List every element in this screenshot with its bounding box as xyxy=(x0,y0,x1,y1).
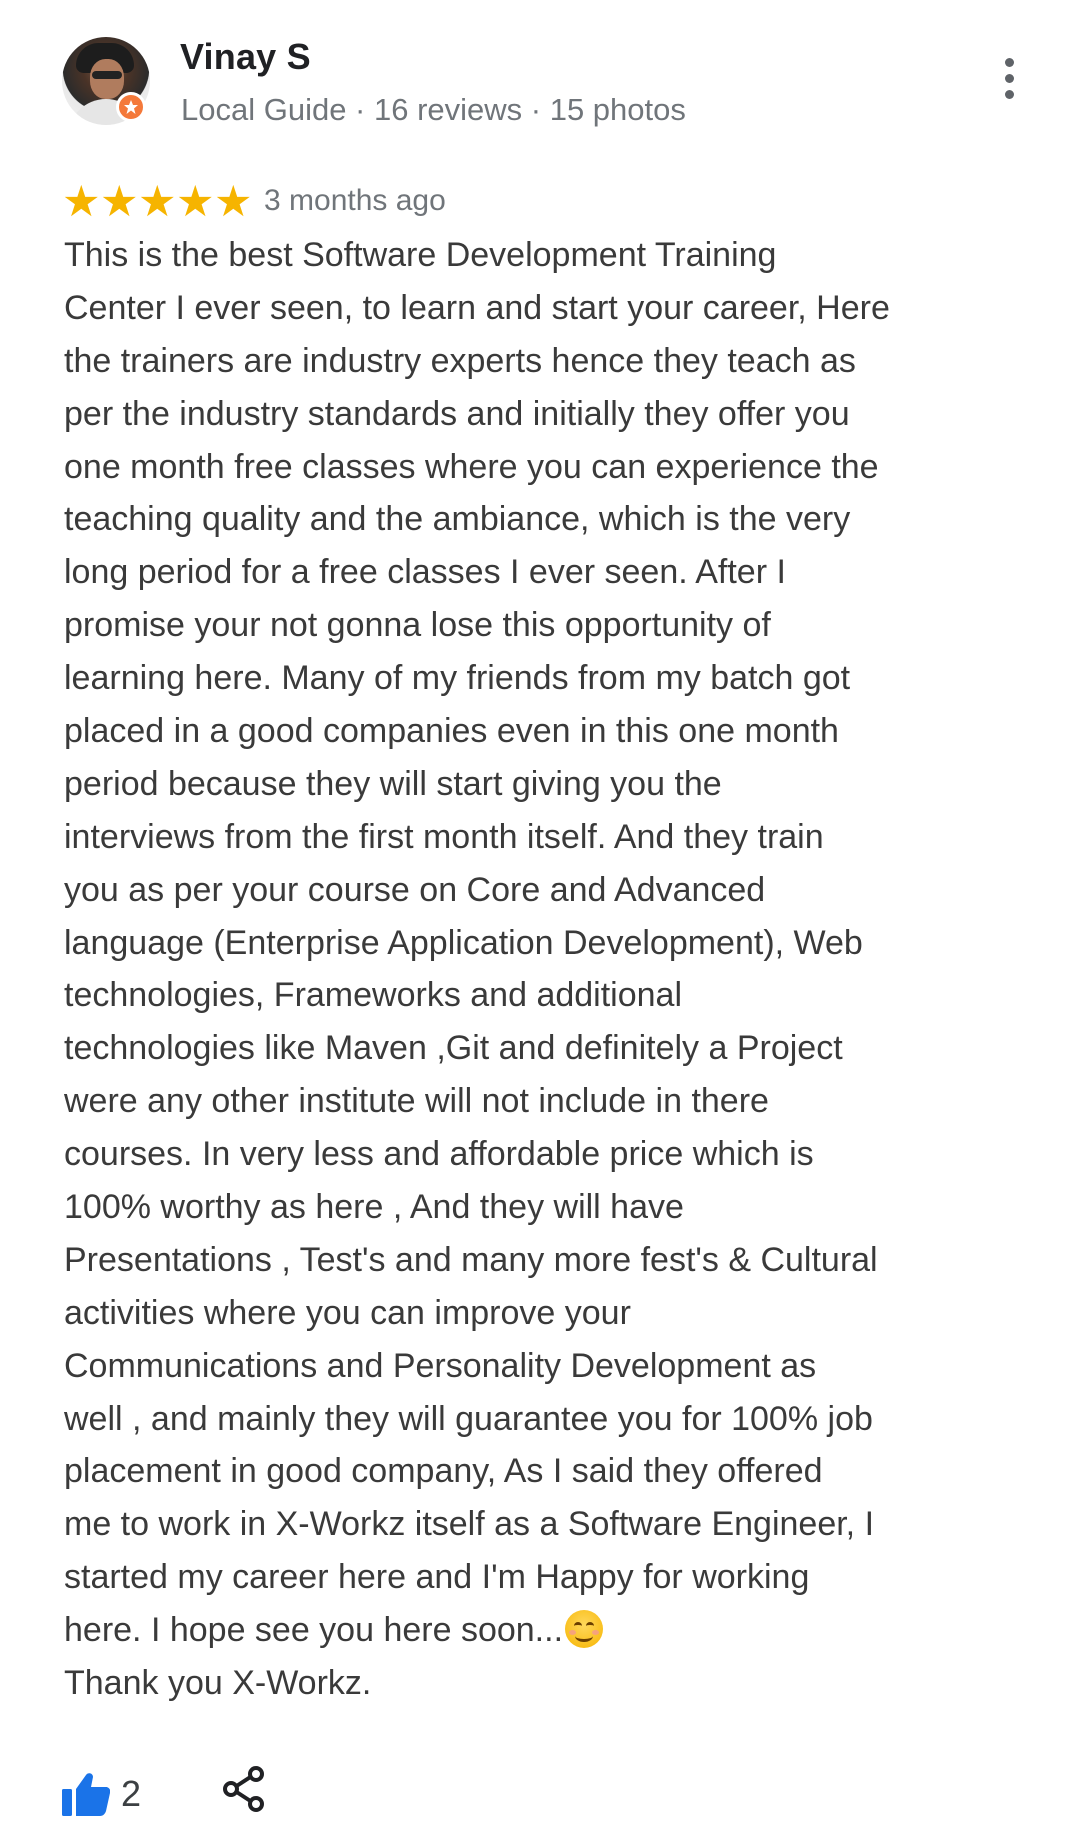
review-line: language (Enterprise Application Develop… xyxy=(64,917,994,970)
review-line-text: courses. In very less and affordable pri… xyxy=(64,1135,814,1174)
review-line-text: well , and mainly they will guarantee yo… xyxy=(64,1399,873,1438)
thumbs-up-icon xyxy=(62,1773,110,1816)
more-options-button[interactable] xyxy=(992,56,1026,102)
more-vert-icon xyxy=(1005,58,1014,67)
review-line: started my career here and I'm Happy for… xyxy=(64,1551,994,1604)
review-line-text: you as per your course on Core and Advan… xyxy=(64,870,766,909)
review-line-text: started my career here and I'm Happy for… xyxy=(64,1558,810,1597)
star-rating: ★★★★★ xyxy=(62,177,253,227)
review-line: promise your not gonna lose this opportu… xyxy=(64,599,994,652)
star-icon: ★ xyxy=(176,177,215,227)
review-line: you as per your course on Core and Advan… xyxy=(64,864,994,917)
review-line-text: Communications and Personality Developme… xyxy=(64,1346,817,1385)
review-text: This is the best Software Development Tr… xyxy=(64,229,994,1710)
review-line: per the industry standards and initially… xyxy=(64,388,994,441)
review-line: Thank you X-Workz. xyxy=(64,1657,994,1710)
review-line: the trainers are industry experts hence … xyxy=(64,335,994,388)
review-line-text: teaching quality and the ambiance, which… xyxy=(64,500,851,539)
review-line-text: promise your not gonna lose this opportu… xyxy=(64,606,771,645)
review-line: This is the best Software Development Tr… xyxy=(64,229,994,282)
review-line-text: here. I hope see you here soon... xyxy=(64,1611,564,1650)
review-line-text: one month free classes where you can exp… xyxy=(64,447,879,486)
share-icon xyxy=(223,1766,264,1812)
review-line: Communications and Personality Developme… xyxy=(64,1340,994,1393)
like-count: 2 xyxy=(121,1773,142,1814)
review-line: long period for a free classes I ever se… xyxy=(64,546,994,599)
smiling-face-emoji-icon xyxy=(565,1610,604,1649)
review-line: me to work in X-Workz itself as a Softwa… xyxy=(64,1498,994,1551)
review-line-text: period because they will start giving yo… xyxy=(64,764,722,803)
review-line-text: long period for a free classes I ever se… xyxy=(64,553,786,592)
local-guide-badge-icon xyxy=(116,92,146,122)
review-line-text: were any other institute will not includ… xyxy=(64,1082,769,1121)
review-line: Presentations , Test's and many more fes… xyxy=(64,1234,994,1287)
review-line: learning here. Many of my friends from m… xyxy=(64,652,994,705)
share-button[interactable] xyxy=(220,1763,268,1823)
review-line-text: technologies, Frameworks and additional xyxy=(64,976,683,1015)
avatar-sunglasses xyxy=(92,71,122,79)
review-line-text: placed in a good companies even in this … xyxy=(64,712,839,751)
review-line-text: placement in good company, As I said the… xyxy=(64,1452,823,1491)
review-line: activities where you can improve your xyxy=(64,1287,994,1340)
star-icon: ★ xyxy=(214,177,253,227)
review-line-text: learning here. Many of my friends from m… xyxy=(64,659,851,698)
review-line: technologies like Maven ,Git and definit… xyxy=(64,1022,994,1075)
review-line-text: technologies like Maven ,Git and definit… xyxy=(64,1029,843,1068)
review-line-text: 100% worthy as here , And they will have xyxy=(64,1188,684,1227)
review-line: courses. In very less and affordable pri… xyxy=(64,1128,994,1181)
review-line: 100% worthy as here , And they will have xyxy=(64,1181,994,1234)
review-line: interviews from the first month itself. … xyxy=(64,811,994,864)
review-line: were any other institute will not includ… xyxy=(64,1075,994,1128)
avatar-face xyxy=(90,59,124,99)
review-line: Center I ever seen, to learn and start y… xyxy=(64,282,994,335)
review-line-text: interviews from the first month itself. … xyxy=(64,817,824,856)
badge-star-icon xyxy=(124,100,138,114)
review-line-text: per the industry standards and initially… xyxy=(64,394,850,433)
review-line-text: the trainers are industry experts hence … xyxy=(64,341,856,380)
review-line-text: This is the best Software Development Tr… xyxy=(64,236,777,274)
reviewer-name[interactable]: Vinay S xyxy=(180,36,311,78)
review-line-text: Center I ever seen, to learn and start y… xyxy=(64,288,890,327)
review-actions: 2 xyxy=(62,1763,462,1823)
like-button[interactable]: 2 xyxy=(62,1763,192,1823)
star-icon: ★ xyxy=(138,177,177,227)
review-line: teaching quality and the ambiance, which… xyxy=(64,493,994,546)
review-line: placed in a good companies even in this … xyxy=(64,705,994,758)
review-line-text: Thank you X-Workz. xyxy=(64,1664,372,1703)
review-line: period because they will start giving yo… xyxy=(64,758,994,811)
star-icon: ★ xyxy=(62,177,101,227)
review-line-text: activities where you can improve your xyxy=(64,1293,631,1332)
star-icon: ★ xyxy=(100,177,139,227)
review-line: one month free classes where you can exp… xyxy=(64,441,994,494)
review-time: 3 months ago xyxy=(264,184,446,217)
more-vert-icon-dot xyxy=(1005,74,1014,83)
reviewer-header: Vinay S Local Guide · 16 reviews · 15 ph… xyxy=(0,0,1080,150)
review-line-text: Presentations , Test's and many more fes… xyxy=(64,1240,878,1279)
review-line: here. I hope see you here soon... xyxy=(64,1604,994,1657)
review-line: technologies, Frameworks and additional xyxy=(64,969,994,1022)
more-vert-icon-dot xyxy=(1005,90,1014,99)
review-line-text: me to work in X-Workz itself as a Softwa… xyxy=(64,1505,875,1544)
review-line-text: language (Enterprise Application Develop… xyxy=(64,923,863,962)
reviewer-meta: Local Guide · 16 reviews · 15 photos xyxy=(181,92,686,127)
review-line: well , and mainly they will guarantee yo… xyxy=(64,1393,994,1446)
review-line: placement in good company, As I said the… xyxy=(64,1445,994,1498)
